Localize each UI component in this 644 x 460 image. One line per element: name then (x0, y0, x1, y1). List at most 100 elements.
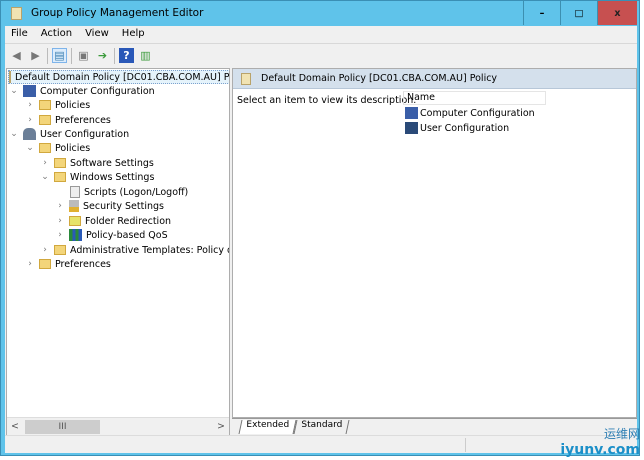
chart-icon (69, 229, 82, 241)
tree-item-folder-redirection[interactable]: › Folder Redirection (55, 214, 171, 228)
tree-item-user-configuration[interactable]: ⌄ User Configuration (9, 127, 129, 141)
chevron-right-icon[interactable]: › (25, 259, 35, 269)
chevron-right-icon[interactable]: › (40, 158, 50, 168)
tree-item-windows-settings[interactable]: ⌄ Windows Settings (40, 170, 154, 184)
tab-label: Standard (301, 420, 343, 430)
menu-action[interactable]: Action (35, 26, 79, 43)
list-item[interactable]: Computer Configuration (405, 107, 535, 119)
folder-icon (54, 245, 66, 255)
computer-icon (23, 85, 36, 97)
chevron-right-icon[interactable]: › (55, 216, 65, 226)
watermark-logo: 运维网 iyunv.com (560, 426, 640, 458)
status-divider (465, 438, 466, 452)
menu-file[interactable]: File (5, 26, 35, 43)
minimize-button[interactable]: – (523, 1, 560, 25)
policy-icon (241, 72, 251, 85)
scroll-thumb[interactable]: III (25, 419, 100, 434)
status-bar (5, 435, 637, 453)
chevron-right-icon[interactable]: › (55, 201, 65, 211)
watermark-en: iyunv.com (560, 442, 640, 458)
tree-label: User Configuration (40, 128, 130, 140)
tree-pane: Default Domain Policy [DC01.CBA.COM.AU] … (6, 68, 230, 436)
export-list-icon[interactable]: ➔ (95, 48, 110, 63)
policy-icon (9, 71, 11, 83)
tree-label: Preferences (55, 114, 111, 126)
tree-item-qos[interactable]: › Policy-based QoS (55, 228, 168, 242)
tree-label: Computer Configuration (40, 85, 155, 97)
title-bar: Group Policy Management Editor – □ x (1, 1, 639, 27)
tree-label: Administrative Templates: Policy def (70, 244, 230, 256)
client-area: File Action View Help ◀ ▶ ▤ ▣ ➔ ? ▥ Defa… (5, 26, 637, 453)
computer-icon (405, 107, 418, 119)
script-icon (70, 186, 80, 198)
tree-item-computer-configuration[interactable]: ⌄ Computer Configuration (9, 84, 155, 98)
tree-item-administrative-templates[interactable]: › Administrative Templates: Policy def (40, 243, 230, 257)
tree-label: Policies (55, 142, 91, 154)
maximize-button[interactable]: □ (560, 1, 597, 25)
details-pane: Default Domain Policy [DC01.CBA.COM.AU] … (232, 68, 637, 418)
folder-icon (54, 172, 66, 182)
tree-label: Policies (55, 99, 91, 111)
folder-icon (39, 259, 51, 269)
column-header-name[interactable]: Name (403, 91, 546, 105)
folder-icon (69, 216, 81, 226)
tree-label: Folder Redirection (85, 215, 172, 227)
tree-label: Security Settings (83, 200, 164, 212)
chevron-down-icon[interactable]: ⌄ (9, 86, 19, 96)
list-item-label: Computer Configuration (420, 107, 535, 119)
tree-item-user-preferences[interactable]: › Preferences (25, 257, 111, 271)
toolbar-separator (71, 47, 72, 64)
scroll-left-button[interactable]: < (7, 421, 23, 432)
tree-label: Default Domain Policy [DC01.CBA.COM.AU] … (15, 71, 230, 83)
tree-item-user-policies[interactable]: ⌄ Policies (25, 141, 90, 155)
tree-item-policies[interactable]: › Policies (25, 98, 90, 112)
chevron-down-icon[interactable]: ⌄ (25, 143, 35, 153)
tab-extended[interactable]: Extended (238, 420, 297, 434)
main-window: Group Policy Management Editor – □ x Fil… (0, 0, 640, 456)
toolbar-separator (47, 47, 48, 64)
chevron-right-icon[interactable]: › (40, 245, 50, 255)
chevron-down-icon[interactable]: ⌄ (9, 129, 19, 139)
list-item-label: User Configuration (420, 122, 510, 134)
tree-label: Policy-based QoS (86, 229, 168, 241)
show-hide-tree-icon[interactable]: ▤ (52, 48, 67, 63)
help-icon[interactable]: ? (119, 48, 134, 63)
tree-label: Preferences (55, 258, 111, 270)
properties-icon[interactable]: ▣ (76, 48, 91, 63)
details-title: Default Domain Policy [DC01.CBA.COM.AU] … (261, 73, 498, 84)
toolbar: ◀ ▶ ▤ ▣ ➔ ? ▥ (5, 43, 637, 67)
menu-help[interactable]: Help (116, 26, 152, 43)
back-icon[interactable]: ◀ (9, 48, 24, 63)
details-header: Default Domain Policy [DC01.CBA.COM.AU] … (233, 69, 636, 89)
chevron-right-icon[interactable]: › (25, 115, 35, 125)
list-item[interactable]: User Configuration (405, 122, 509, 134)
folder-icon (39, 115, 51, 125)
folder-icon (54, 158, 66, 168)
tree-item-preferences[interactable]: › Preferences (25, 113, 111, 127)
tree-label: Windows Settings (70, 171, 155, 183)
toolbar-separator (114, 47, 115, 64)
security-icon (69, 200, 79, 212)
horizontal-scrollbar[interactable]: < III > (7, 417, 229, 435)
users-icon (23, 128, 36, 140)
tree-root[interactable]: Default Domain Policy [DC01.CBA.COM.AU] … (8, 70, 230, 84)
forward-icon[interactable]: ▶ (28, 48, 43, 63)
tree-item-scripts[interactable]: Scripts (Logon/Logoff) (70, 185, 188, 199)
close-button[interactable]: x (597, 1, 637, 25)
tab-standard[interactable]: Standard (293, 420, 350, 434)
scroll-right-button[interactable]: > (213, 421, 229, 432)
window-title: Group Policy Management Editor (31, 7, 204, 19)
chevron-down-icon[interactable]: ⌄ (40, 172, 50, 182)
chevron-right-icon[interactable]: › (55, 230, 65, 240)
tree-label: Scripts (Logon/Logoff) (84, 186, 189, 198)
users-icon (405, 122, 418, 134)
menu-view[interactable]: View (79, 26, 116, 43)
show-action-pane-icon[interactable]: ▥ (138, 48, 153, 63)
tab-label: Extended (246, 420, 290, 430)
chevron-right-icon[interactable]: › (25, 100, 35, 110)
tree-item-security-settings[interactable]: › Security Settings (55, 199, 164, 213)
watermark-cn: 运维网 (603, 427, 640, 441)
tree-label: Software Settings (70, 157, 154, 169)
tree-item-software-settings[interactable]: › Software Settings (40, 156, 154, 170)
app-icon (11, 7, 22, 20)
